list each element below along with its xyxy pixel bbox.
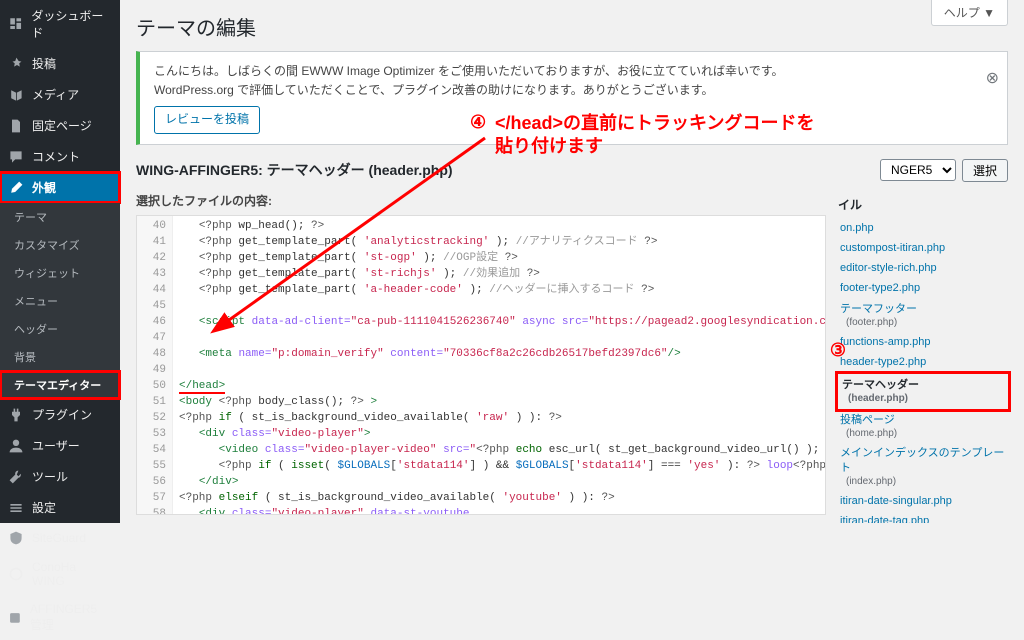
- file-list-item[interactable]: on.php: [838, 219, 1008, 237]
- notice-line: WordPress.org で評価していただくことで、プラグイン改善の助けになり…: [154, 81, 967, 100]
- sidebar-item[interactable]: ダッシュボード: [0, 0, 120, 48]
- sidebar-item[interactable]: 設定: [0, 492, 120, 523]
- editor-header: WING-AFFINGER5: テーマヘッダー (header.php) NGE…: [136, 159, 1008, 182]
- sidebar-item[interactable]: 固定ページ: [0, 110, 120, 141]
- sidebar-item-label: 外観: [32, 179, 56, 196]
- sidebar-item[interactable]: ユーザー: [0, 430, 120, 461]
- brush-icon: [8, 180, 24, 196]
- sidebar-item[interactable]: メディア: [0, 79, 120, 110]
- file-list-item[interactable]: itiran-date-singular.php: [838, 492, 1008, 510]
- tool-icon: [8, 469, 24, 485]
- user-icon: [8, 438, 24, 454]
- shield-icon: [8, 530, 24, 546]
- sidebar-item[interactable]: AFFINGER5 管理: [0, 595, 120, 640]
- sidebar-item[interactable]: メニュー: [0, 287, 120, 315]
- file-list-item[interactable]: 投稿ページ(home.php): [838, 411, 1008, 442]
- sidebar-item[interactable]: SiteGuard: [0, 523, 120, 553]
- file-list-item[interactable]: テーマフッター(footer.php): [838, 300, 1008, 331]
- help-tab[interactable]: ヘルプ ▼: [931, 0, 1008, 26]
- sidebar-item[interactable]: ウィジェット: [0, 259, 120, 287]
- sidebar-item[interactable]: カスタマイズ: [0, 231, 120, 259]
- file-list-item[interactable]: editor-style-rich.php: [838, 259, 1008, 277]
- sidebar-item-label: プラグイン: [32, 406, 92, 423]
- sidebar-item-label: メディア: [32, 86, 79, 103]
- sidebar-item[interactable]: テーマ: [0, 203, 120, 231]
- content-label: 選択したファイルの内容:: [136, 192, 826, 209]
- sidebar-item[interactable]: 背景: [0, 343, 120, 371]
- sidebar-item[interactable]: ヘッダー: [0, 315, 120, 343]
- theme-select-row: NGER5 選択: [880, 159, 1008, 182]
- sidebar-item-label: メニュー: [14, 293, 58, 309]
- wing-icon: [8, 566, 24, 582]
- sidebar-item[interactable]: ツール: [0, 461, 120, 492]
- sidebar-item-label: 背景: [14, 349, 36, 365]
- sidebar-item[interactable]: 投稿: [0, 48, 120, 79]
- sidebar-item[interactable]: コメント: [0, 141, 120, 172]
- file-list-header: イル: [838, 192, 1008, 219]
- app-root: ダッシュボード投稿メディア固定ページコメント外観テーマカスタマイズウィジェットメ…: [0, 0, 1024, 523]
- file-list: on.php custompost-itiran.php editor-style-…: [838, 219, 1008, 523]
- sidebar-item[interactable]: ConoHa WING: [0, 553, 120, 595]
- editor-body: 選択したファイルの内容: 40 41 42 43 44 45 46 47 48 …: [136, 192, 1008, 515]
- file-list-item[interactable]: header-type2.php: [838, 353, 1008, 371]
- review-button[interactable]: レビューを投稿: [154, 106, 260, 133]
- sidebar-item-label: テーマエディター: [14, 377, 101, 393]
- sidebar-item[interactable]: テーマエディター: [0, 371, 120, 399]
- sidebar-item[interactable]: プラグイン: [0, 399, 120, 430]
- sidebar-item-label: ヘッダー: [14, 321, 58, 337]
- file-list-item[interactable]: functions-amp.php: [838, 333, 1008, 351]
- notice-line: こんにちは。しばらくの間 EWWW Image Optimizer をご使用いた…: [154, 62, 967, 81]
- code-gutter: 40 41 42 43 44 45 46 47 48 49 50 51 52 5…: [137, 216, 173, 515]
- sidebar-item-label: コメント: [32, 148, 80, 165]
- file-list-item[interactable]: テーマヘッダー(header.php): [838, 374, 1008, 409]
- sidebar-item-label: ダッシュボード: [31, 7, 112, 41]
- sidebar-item-label: テーマ: [14, 209, 47, 225]
- file-list-item[interactable]: メインインデックスのテンプレート(index.php): [838, 444, 1008, 490]
- media-icon: [8, 87, 24, 103]
- code-body[interactable]: <?php wp_head(); ?> <?php get_template_p…: [173, 216, 825, 515]
- sidebar-item-label: SiteGuard: [32, 531, 86, 545]
- sidebar-item-label: 固定ページ: [32, 117, 92, 134]
- code-column: 選択したファイルの内容: 40 41 42 43 44 45 46 47 48 …: [136, 192, 826, 515]
- plugin-icon: [8, 407, 24, 423]
- sidebar-item-label: ユーザー: [32, 437, 80, 454]
- sidebar-item-label: カスタマイズ: [14, 237, 80, 253]
- sidebar-item-label: ウィジェット: [14, 265, 80, 281]
- file-list-item[interactable]: itiran-date-tag.php: [838, 512, 1008, 523]
- pin-icon: [8, 56, 24, 72]
- comment-icon: [8, 149, 24, 165]
- page-icon: [8, 118, 24, 134]
- page-title: テーマの編集: [136, 12, 1008, 41]
- notice-dismiss-icon[interactable]: ⊗: [986, 66, 999, 92]
- admin-notice: ⊗ こんにちは。しばらくの間 EWWW Image Optimizer をご使用…: [136, 51, 1008, 145]
- admin-sidebar: ダッシュボード投稿メディア固定ページコメント外観テーマカスタマイズウィジェットメ…: [0, 0, 120, 523]
- sidebar-item-label: 設定: [32, 499, 56, 516]
- sidebar-item-label: AFFINGER5 管理: [30, 602, 112, 633]
- settings-icon: [8, 500, 24, 516]
- sidebar-item-label: ConoHa WING: [32, 560, 112, 588]
- editor-file-title: WING-AFFINGER5: テーマヘッダー (header.php): [136, 160, 453, 180]
- theme-select-button[interactable]: 選択: [962, 159, 1008, 182]
- code-editor[interactable]: 40 41 42 43 44 45 46 47 48 49 50 51 52 5…: [136, 215, 826, 515]
- sidebar-item[interactable]: 外観: [0, 172, 120, 203]
- af-icon: [8, 610, 22, 626]
- file-list-item[interactable]: footer-type2.php: [838, 279, 1008, 297]
- sidebar-item-label: 投稿: [32, 55, 56, 72]
- main-content: ヘルプ ▼ テーマの編集 ⊗ こんにちは。しばらくの間 EWWW Image O…: [120, 0, 1024, 523]
- dashboard-icon: [8, 16, 23, 32]
- theme-select[interactable]: NGER5: [880, 159, 956, 181]
- sidebar-item-label: ツール: [32, 468, 68, 485]
- file-list-item[interactable]: custompost-itiran.php: [838, 239, 1008, 257]
- file-list-column: イル on.php custompost-itiran.php editor-sty…: [838, 192, 1008, 515]
